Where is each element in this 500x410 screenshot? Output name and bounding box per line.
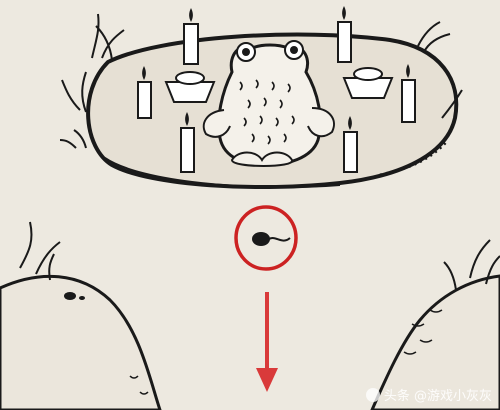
game-scene xyxy=(0,6,500,410)
candle xyxy=(337,6,352,63)
toutiao-logo-icon xyxy=(365,387,380,402)
down-arrow-icon xyxy=(256,292,278,392)
watermark-text: 头条 @游戏小灰灰 xyxy=(383,389,492,404)
watermark: 头条 @游戏小灰灰 xyxy=(365,385,492,404)
ground-mound-left xyxy=(0,221,162,410)
candle xyxy=(183,8,199,65)
tadpole[interactable] xyxy=(252,232,291,246)
